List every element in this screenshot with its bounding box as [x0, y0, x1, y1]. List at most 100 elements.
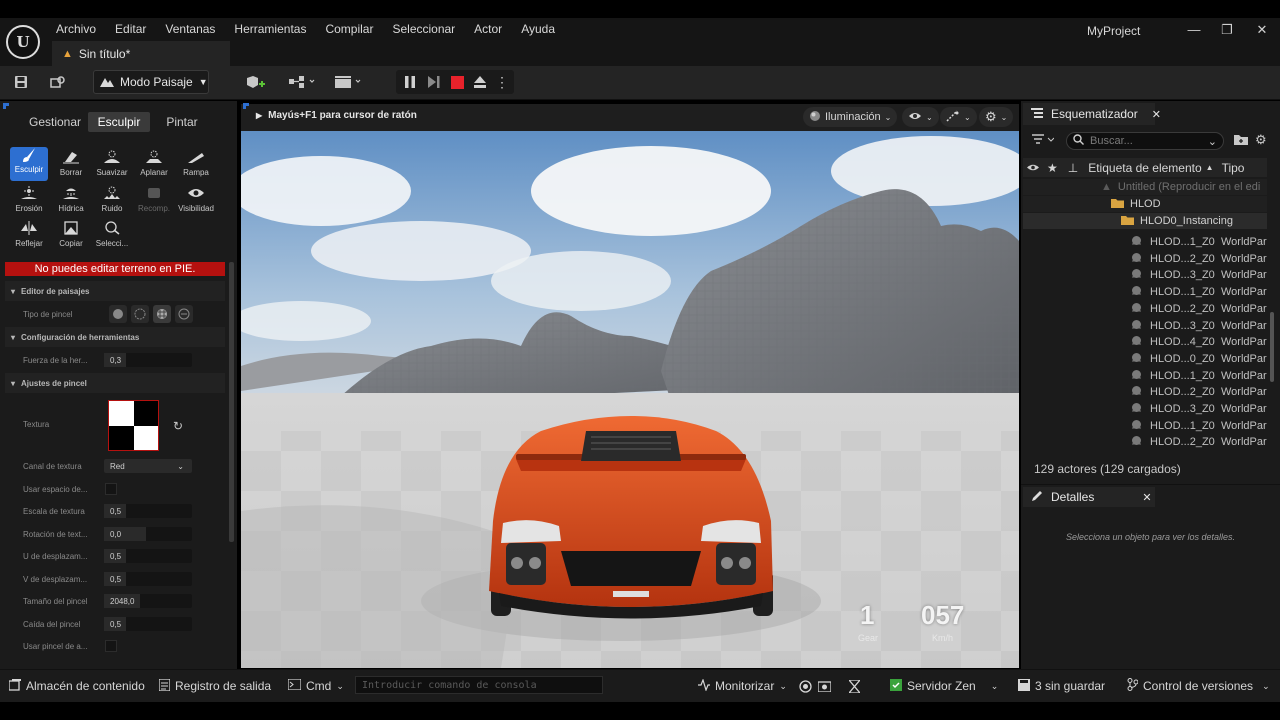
texture-thumbnail[interactable]	[108, 400, 159, 451]
menu-editar[interactable]: Editar	[115, 22, 146, 38]
tree-row-actor[interactable]: HLOD...1_Z0 WorldPar	[1023, 368, 1267, 384]
tool-erosion[interactable]: Erosión	[10, 186, 48, 220]
tool-visibility[interactable]: Visibilidad	[177, 186, 215, 220]
texture-rotation-field[interactable]: 0,0	[104, 527, 192, 541]
menu-ventanas[interactable]: Ventanas	[165, 22, 215, 38]
outliner-scrollbar[interactable]	[1270, 312, 1274, 382]
menu-archivo[interactable]: Archivo	[56, 22, 96, 38]
tree-row-actor[interactable]: HLOD...2_Z0 WorldPar	[1023, 384, 1267, 400]
save-icon[interactable]	[9, 72, 33, 92]
document-tab[interactable]: ▲ Sin título*	[52, 41, 230, 66]
tree-row-folder[interactable]: HLOD0_Instancing	[1023, 213, 1267, 229]
reset-arrow-icon[interactable]: ↻	[173, 419, 183, 433]
menu-herramientas[interactable]: Herramientas	[234, 22, 306, 38]
section-editor[interactable]: ▾ Editor de paisajes	[5, 281, 225, 301]
favorite-star-icon[interactable]: ★	[1047, 161, 1058, 175]
unreal-logo[interactable]: U	[6, 25, 40, 59]
add-folder-icon[interactable]	[1234, 133, 1248, 148]
tree-row-root[interactable]: ▲ Untitled (Reproducir en el edi	[1023, 179, 1267, 195]
screenshot-icon[interactable]	[818, 678, 831, 694]
tool-sculpt[interactable]: Esculpir	[10, 147, 48, 181]
menu-seleccionar[interactable]: Seleccionar	[392, 22, 455, 38]
mode-selector[interactable]: Modo Paisaje ▼	[93, 70, 209, 94]
tree-row-actor[interactable]: HLOD...2_Z0 WorldPar	[1023, 251, 1267, 267]
eject-icon[interactable]	[468, 72, 492, 92]
tool-hydro[interactable]: Hídrica	[52, 186, 90, 220]
tree-row-actor[interactable]: HLOD...1_Z0 WorldPar	[1023, 418, 1267, 434]
tree-row-actor[interactable]: HLOD...3_Z0 WorldPar	[1023, 267, 1267, 283]
tree-row-folder[interactable]: HLOD	[1023, 196, 1267, 212]
tree-row-actor[interactable]: HLOD...3_Z0 WorldPar	[1023, 318, 1267, 334]
source-control-button[interactable]: Control de versiones ⌄	[1127, 678, 1270, 694]
close-window-icon[interactable]: ✕	[1252, 22, 1272, 38]
brush-size-field[interactable]: 2048,0	[104, 594, 192, 608]
level-viewport[interactable]	[241, 131, 1019, 668]
settings-gear-icon[interactable]: ⚙	[1255, 132, 1267, 148]
texture-scale-field[interactable]: 0,5	[104, 504, 192, 518]
tab-outliner[interactable]: Esquematizador ✕	[1023, 103, 1161, 125]
outliner-search[interactable]: Buscar... ⌄	[1066, 132, 1224, 150]
close-icon[interactable]: ✕	[1152, 108, 1161, 121]
tab-details[interactable]: Detalles ✕	[1023, 487, 1155, 507]
checkbox[interactable]	[105, 483, 117, 495]
tree-row-actor[interactable]: HLOD...4_Z0 WorldPar	[1023, 334, 1267, 350]
brush-component-icon[interactable]	[175, 305, 193, 323]
add-actor-icon[interactable]	[240, 72, 272, 92]
filter-icon[interactable]	[1032, 134, 1055, 149]
stop-icon[interactable]	[445, 72, 469, 92]
tool-selection[interactable]: Selecci...	[93, 221, 131, 255]
brush-circle-icon[interactable]	[109, 305, 127, 323]
section-brush[interactable]: ▾ Ajustes de pincel	[5, 373, 225, 393]
brush-falloff-field[interactable]: 0,5	[104, 617, 192, 631]
cinematics-icon[interactable]	[332, 72, 364, 92]
minimize-icon[interactable]: —	[1184, 22, 1204, 37]
tab-pintar[interactable]: Pintar	[150, 112, 214, 132]
section-config[interactable]: ▾ Configuración de herramientas	[5, 327, 225, 347]
tool-smooth[interactable]: Suavizar	[93, 150, 131, 184]
u-offset-field[interactable]: 0,5	[104, 549, 192, 563]
restore-icon[interactable]: ❐	[1217, 22, 1237, 38]
unsaved-button[interactable]: 3 sin guardar	[1018, 678, 1105, 694]
record-icon[interactable]	[799, 678, 812, 694]
tree-row-actor[interactable]: HLOD...2_Z0 WorldPar	[1023, 301, 1267, 317]
tool-copy[interactable]: Copiar	[52, 221, 90, 255]
performance-button[interactable]: ⌄	[940, 107, 977, 127]
content-drawer-button[interactable]: Almacén de contenido	[8, 678, 145, 694]
tool-retopologize[interactable]: Recomp.	[135, 186, 173, 220]
lighting-mode-button[interactable]: Iluminación ⌄	[803, 107, 898, 127]
more-options-icon[interactable]: ⋮	[492, 72, 512, 92]
tool-flatten[interactable]: Aplanar	[135, 150, 173, 184]
close-icon[interactable]: ✕	[1142, 491, 1151, 504]
left-scrollbar[interactable]	[229, 262, 234, 542]
cmd-selector[interactable]: Cmd ⌄	[287, 678, 344, 694]
tab-esculpir[interactable]: Esculpir	[88, 112, 150, 132]
column-type-header[interactable]: Tipo	[1222, 161, 1245, 175]
menu-compilar[interactable]: Compilar	[325, 22, 373, 38]
column-label-header[interactable]: Etiqueta de elemento	[1088, 161, 1201, 175]
output-log-button[interactable]: Registro de salida	[158, 677, 271, 694]
trace-icon[interactable]	[849, 678, 860, 694]
zen-server-button[interactable]: Servidor Zen ⌄	[890, 678, 998, 694]
show-flags-button[interactable]: ⌄	[902, 107, 939, 127]
tree-row-actor[interactable]: HLOD...1_Z0 WorldPar	[1023, 234, 1267, 250]
tree-row-actor[interactable]: HLOD...0_Z0 WorldPar	[1023, 351, 1267, 367]
console-input[interactable]: Introducir comando de consola	[355, 676, 603, 694]
brush-alpha-icon[interactable]	[131, 305, 149, 323]
tree-row-actor[interactable]: HLOD...3_Z0 WorldPar	[1023, 401, 1267, 417]
pause-icon[interactable]	[398, 72, 422, 92]
blueprint-icon[interactable]	[286, 72, 318, 92]
menu-ayuda[interactable]: Ayuda	[521, 22, 555, 38]
brush-pattern-icon[interactable]	[153, 305, 171, 323]
texture-channel-select[interactable]: Red ⌄	[104, 459, 192, 473]
tool-noise[interactable]: Ruido	[93, 186, 131, 220]
v-offset-field[interactable]: 0,5	[104, 572, 192, 586]
browse-icon[interactable]	[46, 72, 70, 92]
monitor-button[interactable]: Monitorizar ⌄	[698, 677, 787, 694]
tree-row-actor[interactable]: HLOD...1_Z0 WorldPar	[1023, 284, 1267, 300]
tool-ramp[interactable]: Rampa	[177, 150, 215, 184]
menu-actor[interactable]: Actor	[474, 22, 502, 38]
visibility-column-icon[interactable]	[1027, 161, 1039, 175]
checkbox[interactable]	[105, 640, 117, 652]
tool-mirror[interactable]: Reflejar	[10, 221, 48, 255]
viewport-settings-button[interactable]: ⚙ ⌄	[979, 107, 1014, 127]
